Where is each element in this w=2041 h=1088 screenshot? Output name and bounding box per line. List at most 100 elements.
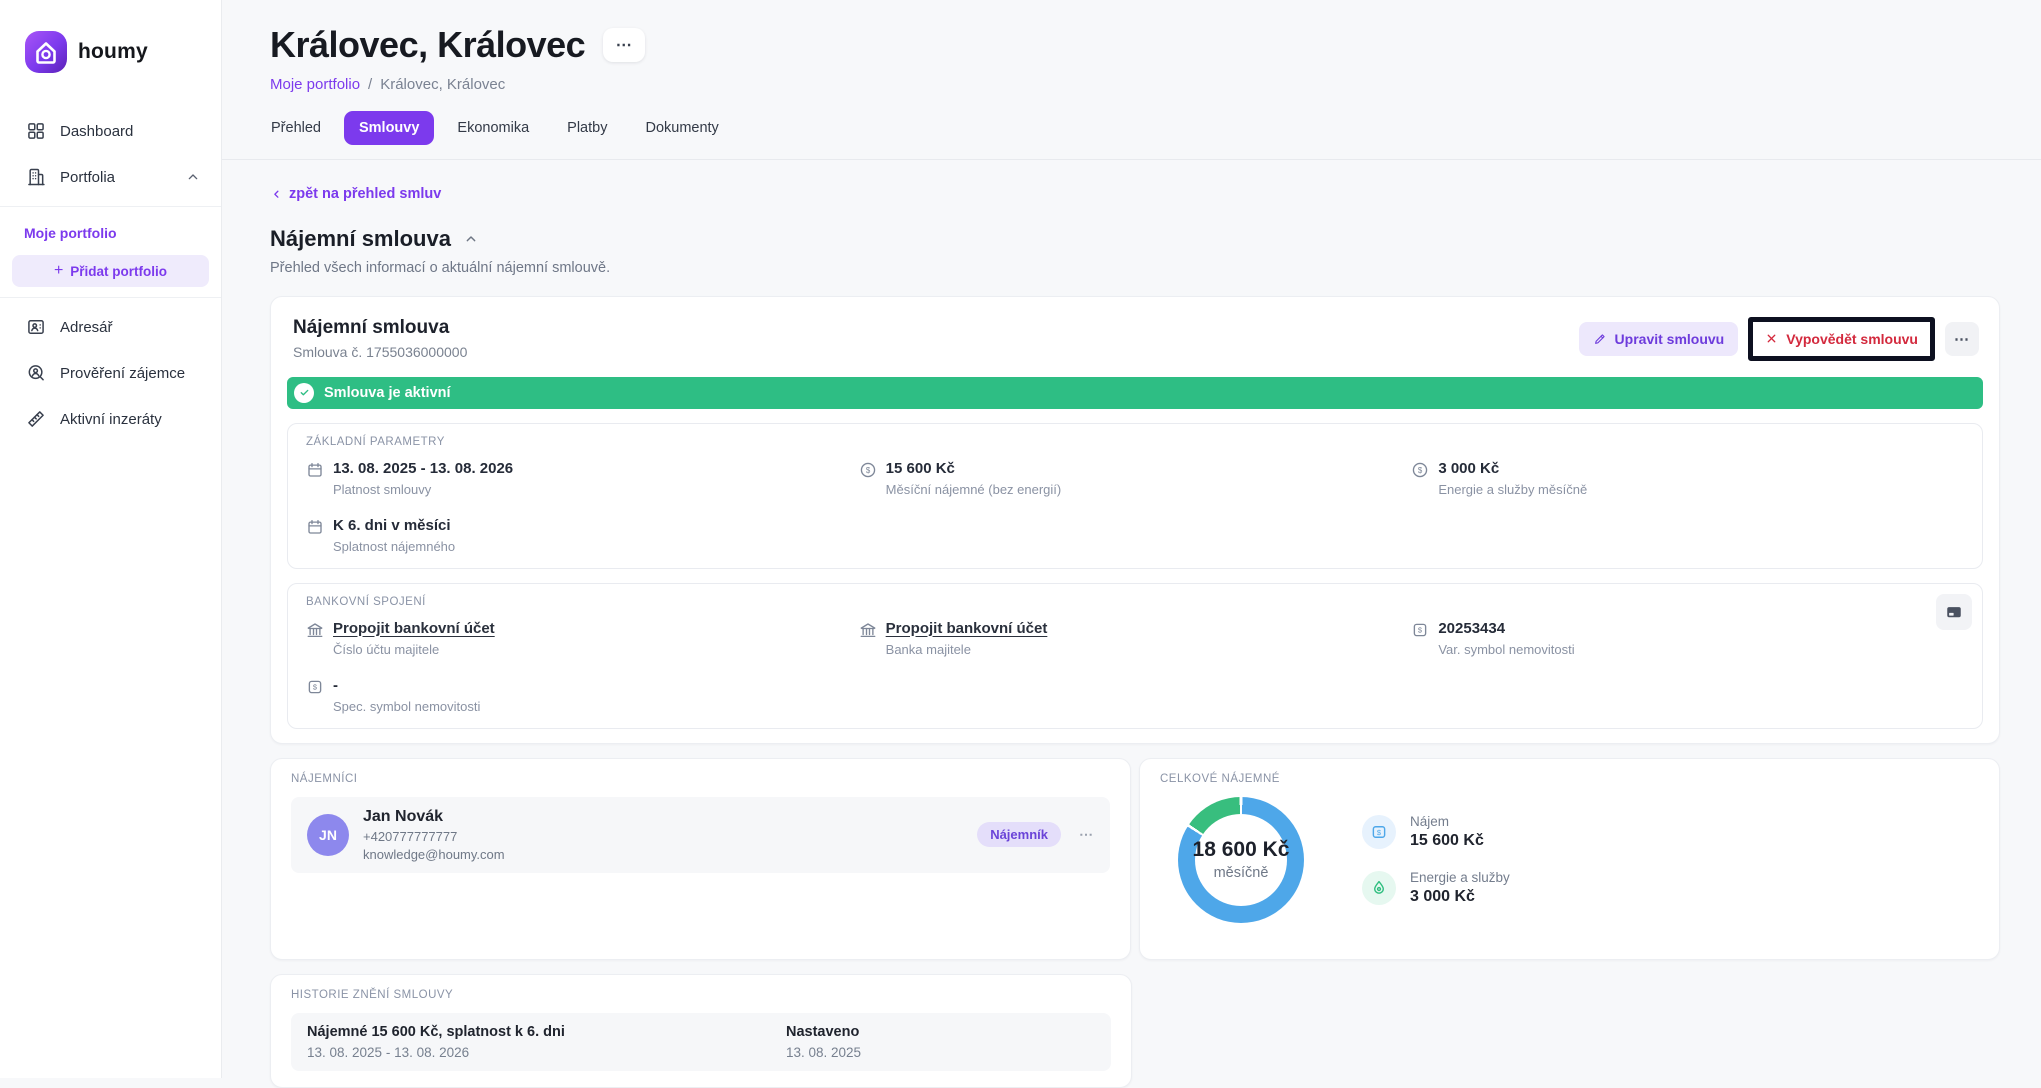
sidebar-item-dashboard[interactable]: Dashboard — [0, 108, 221, 154]
basic-params-label: ZÁKLADNÍ PARAMETRY — [306, 436, 1964, 448]
houmy-logo-icon — [24, 30, 68, 74]
param-platnost: 13. 08. 2025 - 13. 08. 2026 Platnost sml… — [306, 460, 859, 497]
tab-smlouvy[interactable]: Smlouvy — [344, 111, 434, 145]
content-area: zpět na přehled smluv Nájemní smlouva Př… — [222, 160, 2041, 1088]
contract-status-banner: Smlouva je aktivní — [287, 377, 1983, 409]
annotation-highlight-box: Vypovědět smlouvu — [1748, 317, 1935, 361]
buildings-icon — [26, 167, 46, 187]
param-caption: Platnost smlouvy — [333, 482, 513, 497]
sidebar-item-label: Portfolia — [60, 169, 115, 186]
tenant-name: Jan Novák — [363, 808, 505, 826]
section-subtitle: Přehled všech informací o aktuální nájem… — [270, 260, 2000, 276]
dashboard-grid-icon — [26, 121, 46, 141]
donut-center-value: 18 600 Kč — [1193, 838, 1290, 862]
sidebar-item-provereni-zajemce[interactable]: Prověření zájemce — [0, 350, 221, 396]
coin-icon: $ — [859, 461, 877, 479]
legend-value: 15 600 Kč — [1410, 832, 1484, 850]
spec-symbol-item: $ - Spec. symbol nemovitosti — [306, 677, 859, 714]
credit-card-icon — [1945, 603, 1963, 621]
page-more-button[interactable]: ⋯ — [603, 28, 645, 62]
chevron-up-icon — [185, 169, 201, 185]
param-caption: Banka majitele — [886, 642, 1048, 657]
back-link[interactable]: zpět na přehled smluv — [270, 186, 441, 202]
bank-box: BANKOVNÍ SPOJENÍ Propojit bankovní účet — [287, 583, 1983, 729]
basic-params-box: ZÁKLADNÍ PARAMETRY 13. 08. 2025 - 13. 08… — [287, 423, 1983, 569]
person-search-icon — [26, 363, 46, 383]
param-caption: Měsíční nájemné (bez energií) — [886, 482, 1062, 497]
breadcrumb: Moje portfolio / Královec, Královec — [270, 76, 2000, 93]
section-title: Nájemní smlouva — [270, 226, 451, 252]
edit-contract-button[interactable]: Upravit smlouvu — [1579, 322, 1739, 356]
calendar-icon — [306, 518, 324, 536]
add-portfolio-button[interactable]: + Přidat portfolio — [12, 255, 209, 287]
tenant-email: knowledge@houmy.com — [363, 847, 505, 862]
history-title: Nájemné 15 600 Kč, splatnost k 6. dni — [307, 1024, 786, 1040]
legend-label: Energie a služby — [1410, 870, 1510, 885]
brand-logo[interactable]: houmy — [0, 0, 221, 100]
listing-pen-icon — [26, 409, 46, 429]
param-value: - — [333, 677, 480, 694]
total-rent-card: CELKOVÉ NÁJEMNÉ 18 600 Kč měsíčně $ — [1139, 758, 2000, 960]
coin-icon: $ — [1411, 461, 1429, 479]
tenants-label: NÁJEMNÍCI — [291, 773, 1110, 785]
sidebar-item-label: Prověření zájemce — [60, 365, 185, 382]
history-label: HISTORIE ZNĚNÍ SMLOUVY — [291, 989, 1111, 1001]
chevron-left-icon — [270, 188, 283, 201]
tenant-row: JN Jan Novák +420777777777 knowledge@hou… — [291, 797, 1110, 873]
param-caption: Splatnost nájemného — [333, 539, 455, 554]
bank-label: BANKOVNÍ SPOJENÍ — [306, 596, 1964, 608]
history-set-date: 13. 08. 2025 — [786, 1045, 1095, 1060]
sidebar-item-aktivni-inzeraty[interactable]: Aktivní inzeráty — [0, 396, 221, 442]
history-row: Nájemné 15 600 Kč, splatnost k 6. dni 13… — [291, 1013, 1111, 1071]
x-icon — [1765, 332, 1778, 345]
total-rent-label: CELKOVÉ NÁJEMNÉ — [1160, 773, 1979, 785]
legend-item-najem: $ Nájem 15 600 Kč — [1362, 814, 1510, 850]
legend-item-energie: Energie a služby 3 000 Kč — [1362, 870, 1510, 906]
connect-bank-link[interactable]: Propojit bankovní účet — [333, 620, 495, 637]
sidebar-divider — [0, 206, 221, 207]
sidebar-item-portfolia[interactable]: Portfolia — [0, 154, 221, 200]
main-content: Královec, Královec ⋯ Moje portfolio / Kr… — [222, 0, 2041, 1088]
bank-card-button[interactable] — [1936, 594, 1972, 630]
param-najemne: $ 15 600 Kč Měsíční nájemné (bez energií… — [859, 460, 1412, 497]
ellipsis-icon: ⋯ — [1954, 330, 1970, 348]
edit-contract-label: Upravit smlouvu — [1615, 331, 1725, 347]
sidebar-item-label: Adresář — [60, 319, 113, 336]
tab-bar: Přehled Smlouvy Ekonomika Platby Dokumen… — [256, 111, 2000, 145]
connect-bank-link[interactable]: Propojit bankovní účet — [886, 620, 1048, 637]
add-portfolio-label: Přidat portfolio — [70, 264, 167, 279]
sidebar-item-adresar[interactable]: Adresář — [0, 304, 221, 350]
tab-platby[interactable]: Platby — [552, 111, 622, 145]
bank-name-item: Propojit bankovní účet Banka majitele — [859, 620, 1412, 657]
bank-icon — [859, 621, 877, 639]
tab-prehled[interactable]: Přehled — [256, 111, 336, 145]
contact-card-icon — [26, 317, 46, 337]
tenant-more-button[interactable]: ⋯ — [1079, 826, 1094, 843]
param-value: K 6. dni v měsíci — [333, 517, 455, 534]
param-caption: Energie a služby měsíčně — [1438, 482, 1587, 497]
tab-dokumenty[interactable]: Dokumenty — [630, 111, 733, 145]
history-period: 13. 08. 2025 - 13. 08. 2026 — [307, 1045, 786, 1060]
rent-card-icon: $ — [1362, 815, 1396, 849]
back-link-label: zpět na přehled smluv — [289, 186, 441, 202]
sidebar-item-moje-portfolio[interactable]: Moje portfolio — [0, 213, 221, 251]
breadcrumb-parent-link[interactable]: Moje portfolio — [270, 76, 360, 93]
tab-ekonomika[interactable]: Ekonomika — [442, 111, 544, 145]
param-value: 15 600 Kč — [886, 460, 1062, 477]
sidebar-item-label: Aktivní inzeráty — [60, 411, 162, 428]
calendar-icon — [306, 461, 324, 479]
param-caption: Spec. symbol nemovitosti — [333, 699, 480, 714]
terminate-contract-button[interactable]: Vypovědět smlouvu — [1757, 324, 1926, 354]
dollar-square-icon: $ — [306, 678, 324, 696]
legend-value: 3 000 Kč — [1410, 888, 1510, 906]
contract-status-text: Smlouva je aktivní — [324, 385, 451, 401]
donut-legend: $ Nájem 15 600 Kč — [1362, 814, 1510, 906]
contract-card: Nájemní smlouva Smlouva č. 1755036000000… — [270, 296, 2000, 744]
var-symbol-item: $ 20253434 Var. symbol nemovitosti — [1411, 620, 1964, 657]
svg-text:$: $ — [1418, 465, 1423, 474]
collapse-chevron-up-icon[interactable] — [463, 231, 479, 247]
contract-more-button[interactable]: ⋯ — [1945, 322, 1979, 356]
svg-text:$: $ — [313, 682, 318, 691]
page-title: Královec, Královec — [270, 24, 585, 66]
pencil-icon — [1593, 332, 1607, 346]
